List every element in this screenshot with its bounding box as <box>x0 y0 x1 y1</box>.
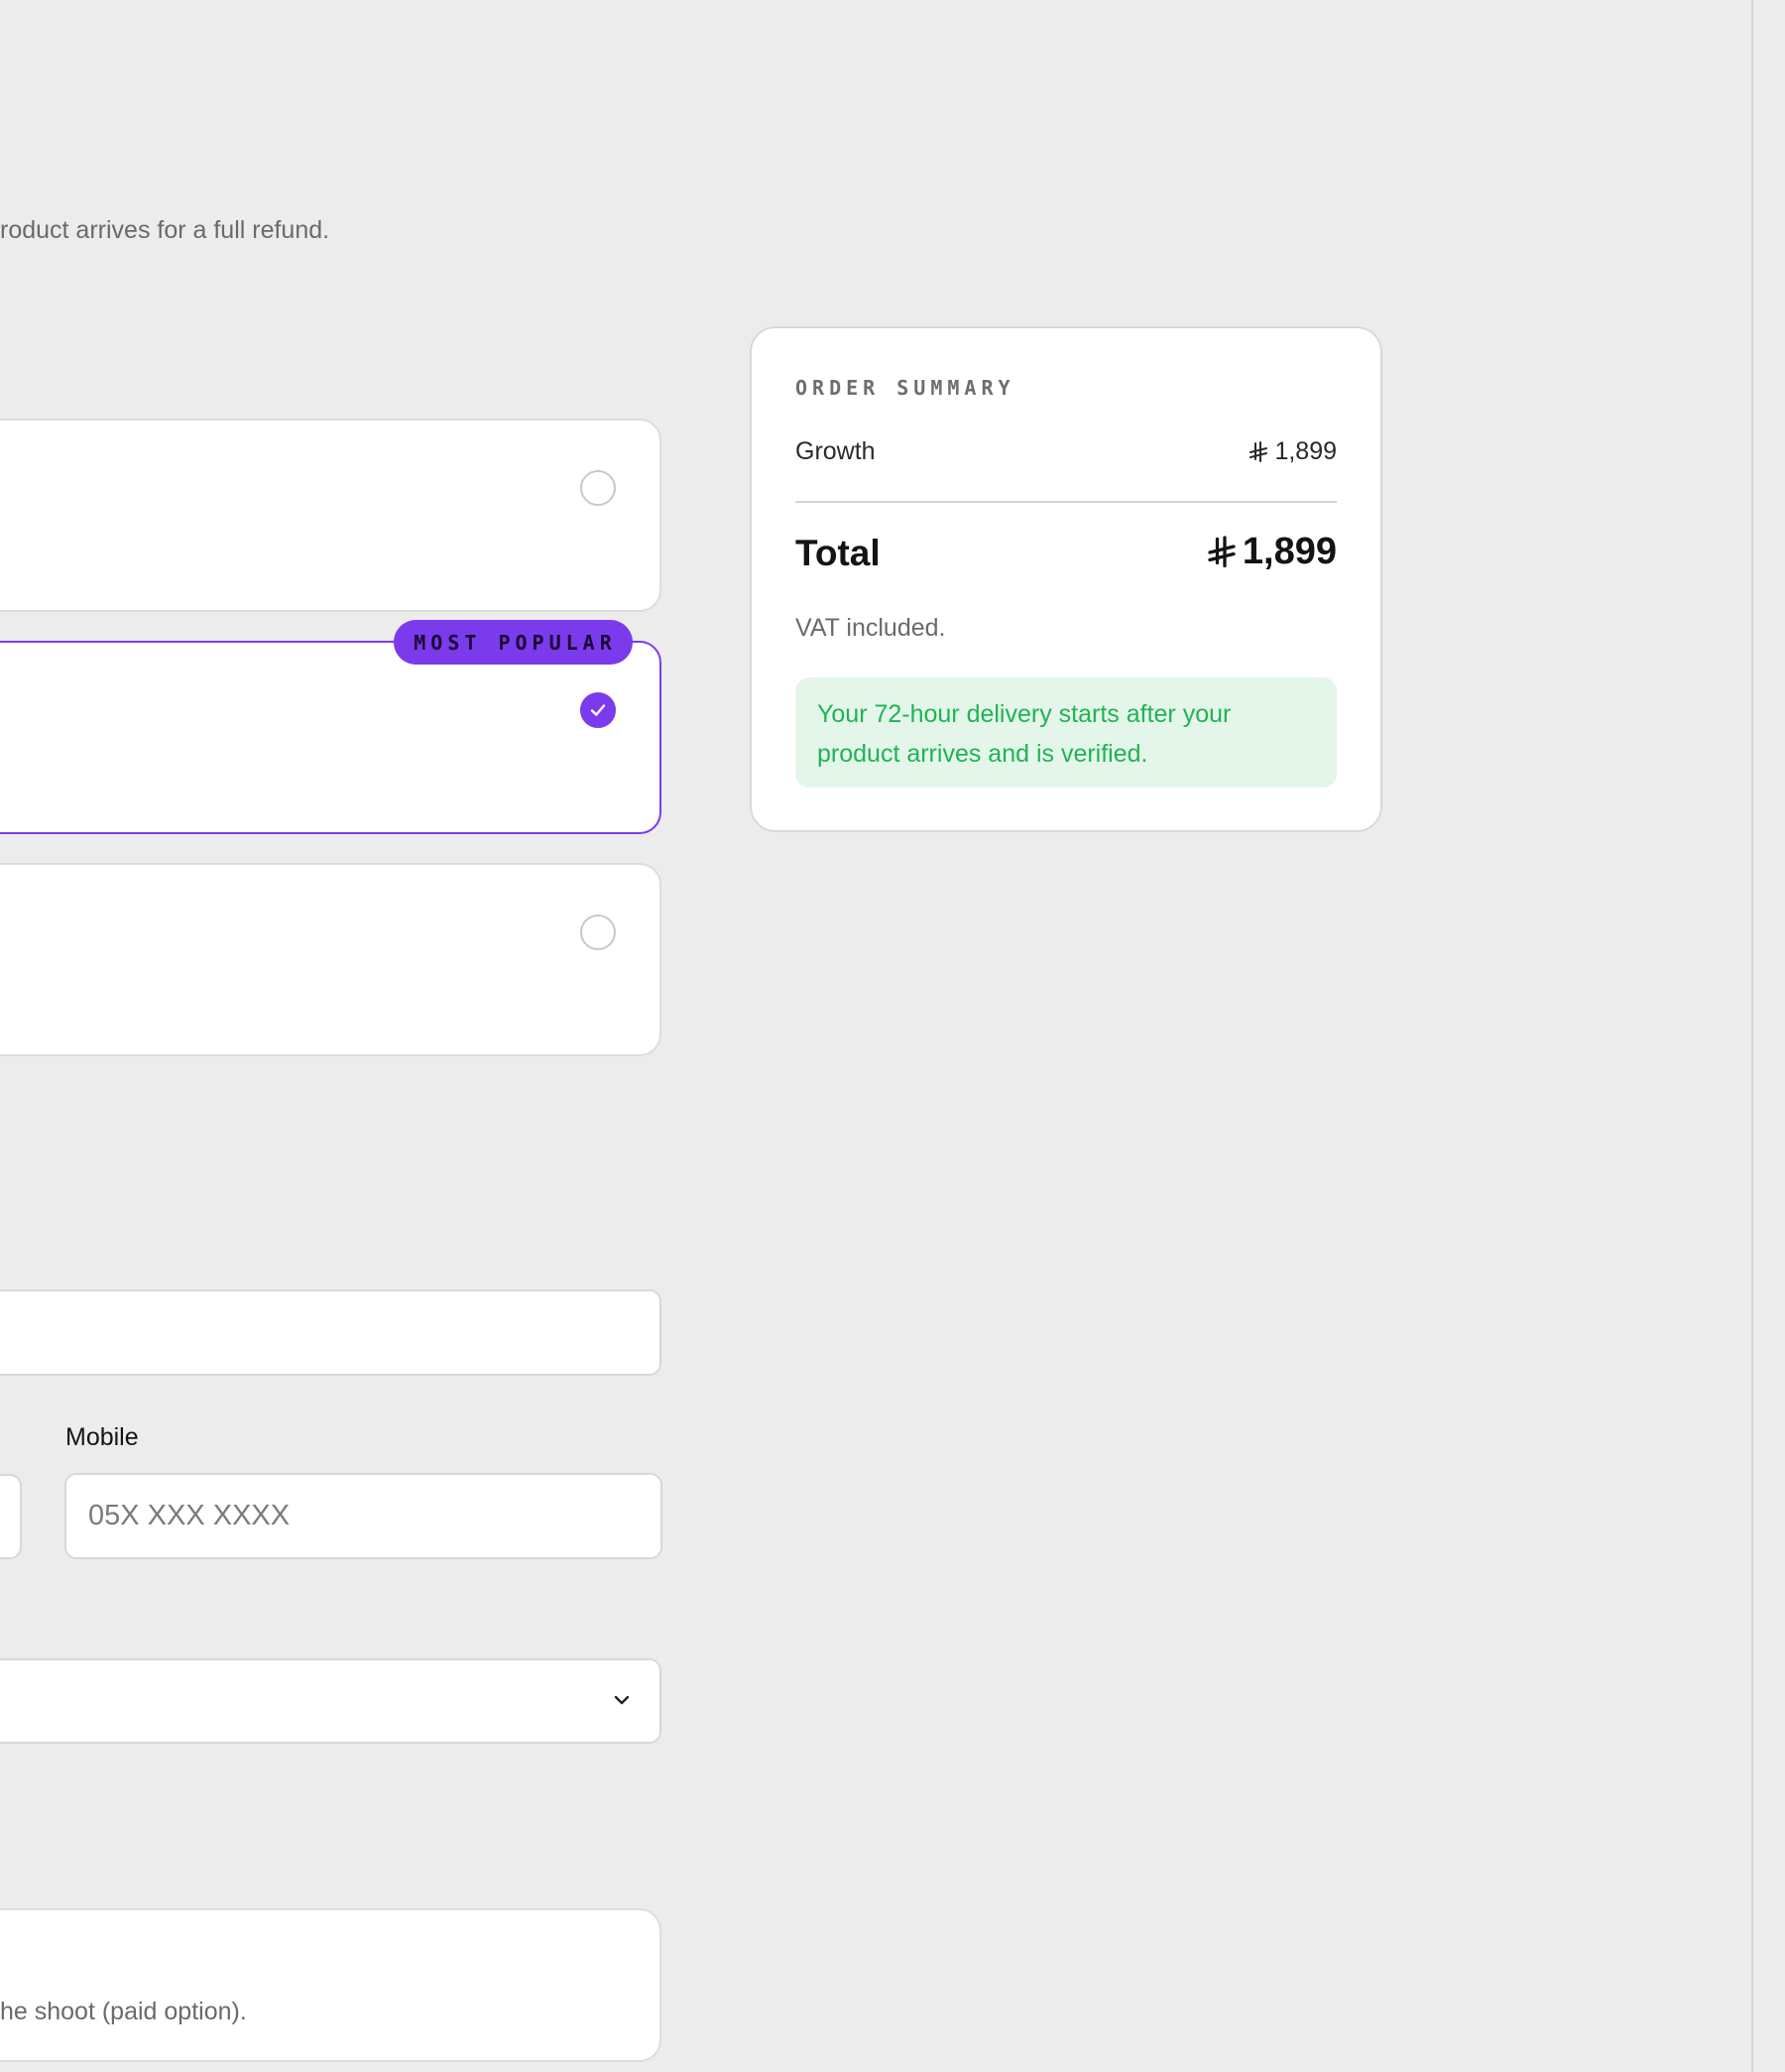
mobile-label: Mobile <box>65 1423 139 1451</box>
summary-item-amount: 1,899 <box>1274 437 1337 465</box>
plan-option-1[interactable] <box>0 419 661 612</box>
order-summary-card: ORDER SUMMARY Growth 1,899 Total 1,899 V… <box>750 326 1382 832</box>
addon-description: he shoot (paid option). <box>0 1998 247 2025</box>
plan-radio-checked[interactable] <box>580 692 616 728</box>
summary-item-price: 1,899 <box>1249 437 1337 466</box>
plan-option-growth[interactable] <box>0 641 661 834</box>
addon-option-card[interactable] <box>0 1908 661 2062</box>
total-amount: 1,899 <box>1242 531 1337 572</box>
plan-radio-unchecked[interactable] <box>580 914 616 950</box>
saudi-riyal-icon <box>1250 440 1268 462</box>
country-code-field[interactable] <box>0 1474 22 1559</box>
total-price: 1,899 <box>1207 531 1337 573</box>
summary-item-label: Growth <box>795 437 876 465</box>
refund-policy-text: roduct arrives for a full refund. <box>0 216 330 244</box>
panel-divider <box>1751 0 1753 2072</box>
most-popular-badge: MOST POPULAR <box>394 620 633 665</box>
chevron-down-icon <box>614 1695 630 1705</box>
dropdown-select[interactable] <box>0 1658 661 1744</box>
saudi-riyal-icon <box>1208 535 1236 567</box>
text-field[interactable] <box>0 1289 661 1376</box>
summary-divider <box>795 501 1337 503</box>
order-summary-title: ORDER SUMMARY <box>795 376 1015 400</box>
total-label: Total <box>795 533 881 573</box>
check-icon <box>590 704 606 716</box>
vat-note: VAT included. <box>795 614 946 642</box>
plan-option-3[interactable] <box>0 863 661 1056</box>
plan-radio-unchecked[interactable] <box>580 470 616 506</box>
delivery-info-banner: Your 72-hour delivery starts after your … <box>795 677 1337 788</box>
mobile-input[interactable] <box>64 1473 662 1559</box>
